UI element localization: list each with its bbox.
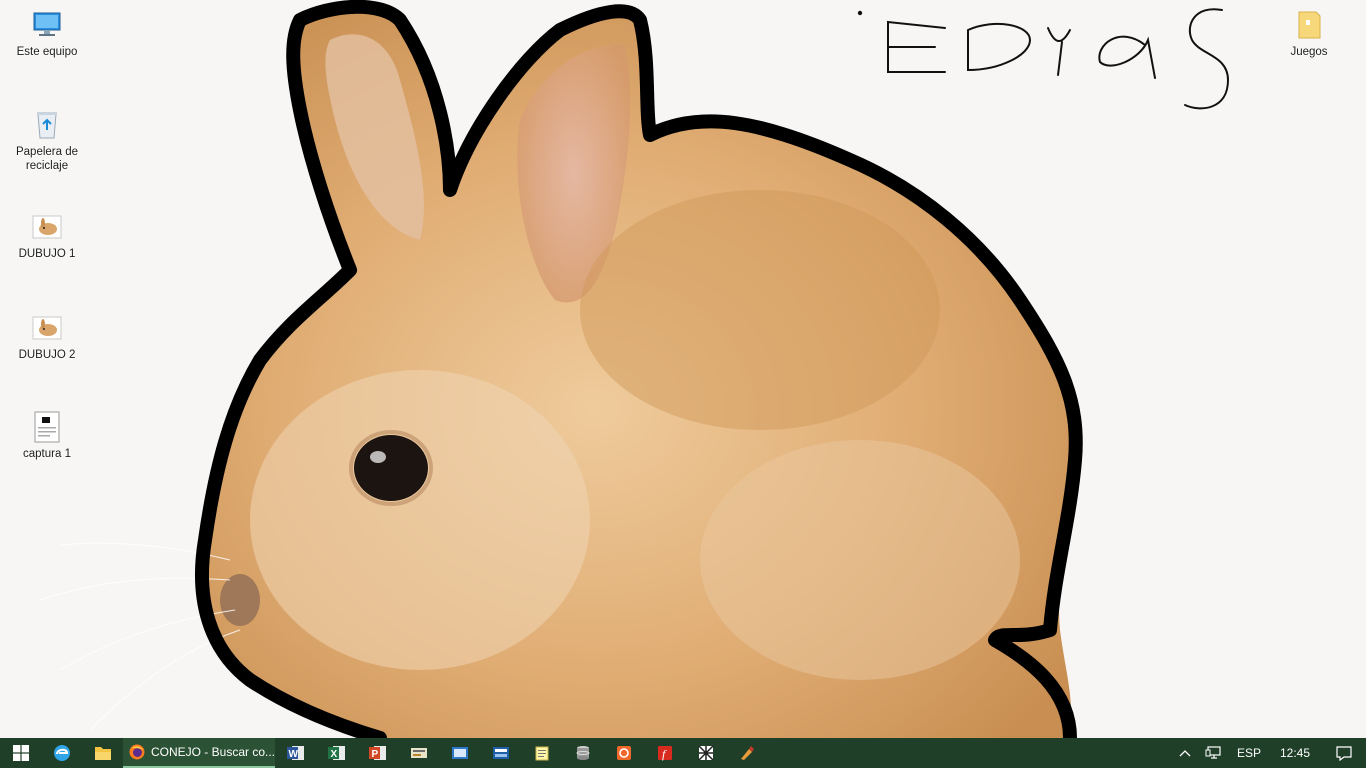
system-tray: ESP 12:45 <box>1172 738 1366 768</box>
folder-icon <box>94 747 111 760</box>
database-icon <box>576 746 589 760</box>
start-button[interactable] <box>0 738 41 768</box>
svg-text:P: P <box>371 749 378 760</box>
rabbit-image-icon <box>32 316 62 340</box>
taskbar-powerpoint[interactable]: P <box>357 738 398 768</box>
desktop: Este equipo Papelera de reciclaje DUBUJO… <box>0 0 1366 738</box>
folder-icon <box>1298 11 1321 39</box>
taskbar-flash[interactable]: f <box>644 738 685 768</box>
computer-icon <box>33 12 61 36</box>
taskbar-app-3[interactable] <box>480 738 521 768</box>
rabbit-wallpaper <box>0 0 1366 738</box>
rabbit-eye <box>354 435 428 501</box>
app-icon <box>451 747 468 759</box>
word-icon: W <box>286 746 304 760</box>
excel-icon: X <box>327 746 345 760</box>
taskbar-file-explorer[interactable] <box>82 738 123 768</box>
desktop-icon-dubujo-1[interactable]: DUBUJO 1 <box>8 210 86 261</box>
taskbar-notepad[interactable] <box>521 738 562 768</box>
desktop-icon-este-equipo[interactable]: Este equipo <box>8 8 86 59</box>
powerpoint-icon: P <box>368 746 386 760</box>
network-button[interactable] <box>1198 738 1230 768</box>
taskbar-firefox-window[interactable]: CONEJO - Buscar co... <box>123 738 275 768</box>
desktop-icon-juegos[interactable]: Juegos <box>1270 8 1348 59</box>
taskbar-app-4[interactable] <box>603 738 644 768</box>
network-icon <box>1205 746 1221 759</box>
edge-icon <box>53 745 70 761</box>
taskbar-edge[interactable] <box>41 738 82 768</box>
language-indicator[interactable]: ESP <box>1230 738 1268 768</box>
taskbar-excel[interactable]: X <box>316 738 357 768</box>
app-icon <box>492 747 509 759</box>
action-center-button[interactable] <box>1322 738 1366 768</box>
desktop-icon-papelera[interactable]: Papelera de reciclaje <box>8 108 86 173</box>
rabbit-image-icon <box>32 215 62 239</box>
windows-logo-icon <box>12 745 29 761</box>
taskbar-app-5[interactable] <box>685 738 726 768</box>
desktop-icon-dubujo-2[interactable]: DUBUJO 2 <box>8 311 86 362</box>
svg-text:W: W <box>288 749 298 760</box>
notification-icon <box>1336 746 1352 761</box>
screenshot-file-icon <box>34 411 60 443</box>
taskbar-app-2[interactable] <box>439 738 480 768</box>
recycle-bin-icon <box>37 112 57 139</box>
flash-icon: f <box>657 746 672 761</box>
taskbar-app-6[interactable] <box>726 738 767 768</box>
active-window-title: CONEJO - Buscar co... <box>150 745 275 759</box>
clock[interactable]: 12:45 <box>1268 738 1322 768</box>
taskbar: CONEJO - Buscar co... W X P f ESP 12:45 <box>0 738 1366 768</box>
taskbar-app-1[interactable] <box>398 738 439 768</box>
notepad-icon <box>535 746 548 761</box>
firefox-icon <box>129 744 145 760</box>
svg-text:X: X <box>330 749 337 760</box>
taskbar-word[interactable]: W <box>275 738 316 768</box>
app-icon <box>410 748 427 758</box>
app-icon <box>697 745 714 761</box>
taskbar-database[interactable] <box>562 738 603 768</box>
chevron-up-icon <box>1179 750 1191 757</box>
app-icon <box>740 746 754 760</box>
desktop-icon-captura-1[interactable]: captura 1 <box>8 410 86 461</box>
show-hidden-icons-button[interactable] <box>1172 738 1198 768</box>
app-icon <box>616 746 631 760</box>
